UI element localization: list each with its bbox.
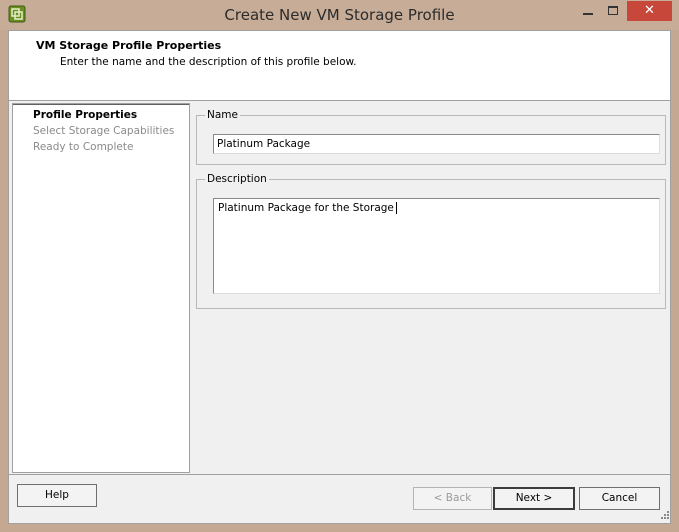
- wizard-header: VM Storage Profile Properties Enter the …: [9, 31, 670, 101]
- close-button[interactable]: ✕: [627, 1, 672, 21]
- header-title: VM Storage Profile Properties: [36, 39, 222, 52]
- minimize-button[interactable]: [574, 1, 600, 21]
- description-text: Platinum Package for the Storage: [218, 202, 394, 214]
- dialog-window: Create New VM Storage Profile ✕ VM Stora…: [0, 0, 679, 532]
- minimize-icon: [583, 13, 593, 15]
- resize-grip-icon[interactable]: [658, 510, 670, 522]
- header-description: Enter the name and the description of th…: [60, 56, 357, 68]
- cancel-button[interactable]: Cancel: [579, 487, 660, 510]
- description-legend: Description: [205, 173, 269, 185]
- description-group: Description Platinum Package for the Sto…: [196, 173, 666, 309]
- name-input[interactable]: [213, 134, 660, 154]
- maximize-icon: [608, 6, 618, 15]
- nav-item-profile-properties[interactable]: Profile Properties: [33, 109, 137, 121]
- close-icon: ✕: [644, 3, 655, 18]
- help-button[interactable]: Help: [17, 484, 97, 507]
- dialog-client: VM Storage Profile Properties Enter the …: [8, 30, 671, 524]
- maximize-button[interactable]: [600, 1, 626, 21]
- back-button[interactable]: < Back: [413, 487, 492, 510]
- name-legend: Name: [205, 109, 240, 121]
- name-group: Name: [196, 109, 666, 165]
- footer-separator: [9, 474, 670, 475]
- wizard-steps-nav: Profile Properties Select Storage Capabi…: [12, 103, 190, 473]
- next-button[interactable]: Next >: [493, 487, 575, 510]
- nav-active-rule: [13, 104, 189, 105]
- nav-item-ready-to-complete: Ready to Complete: [33, 141, 134, 153]
- text-caret: [395, 202, 397, 214]
- description-textarea[interactable]: Platinum Package for the Storage: [213, 198, 660, 294]
- nav-item-select-storage-capabilities: Select Storage Capabilities: [33, 125, 175, 137]
- title-bar[interactable]: Create New VM Storage Profile ✕: [0, 0, 679, 30]
